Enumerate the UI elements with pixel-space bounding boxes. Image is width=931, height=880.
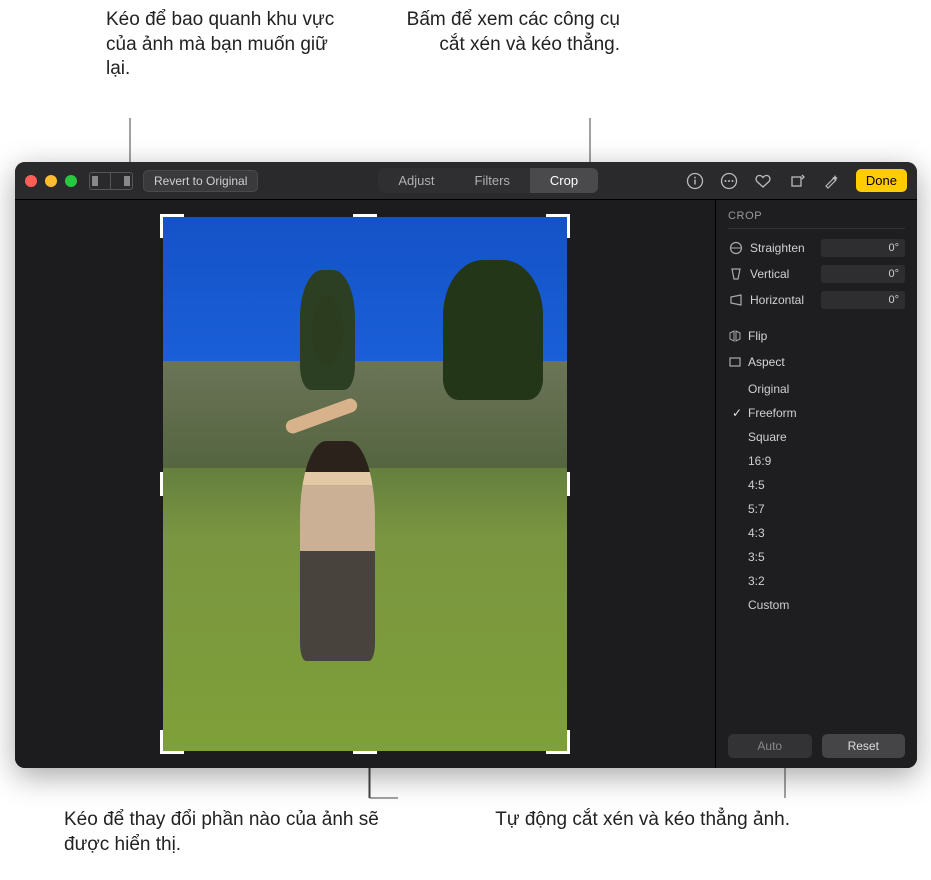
crop-handle-right[interactable] bbox=[567, 472, 570, 496]
photo-illustration bbox=[300, 441, 375, 661]
vertical-perspective-icon bbox=[728, 266, 744, 282]
straighten-icon bbox=[728, 240, 744, 256]
photo-crop-frame[interactable] bbox=[163, 217, 567, 751]
horizontal-control[interactable]: Horizontal 0° bbox=[728, 291, 905, 309]
aspect-5-7[interactable]: 5:7 bbox=[728, 497, 905, 521]
crop-panel-title: CROP bbox=[728, 210, 905, 229]
more-icon[interactable] bbox=[720, 172, 738, 190]
aspect-item-label: Custom bbox=[748, 598, 789, 612]
aspect-item-label: 3:5 bbox=[748, 550, 765, 564]
aspect-item-label: Original bbox=[748, 382, 789, 396]
crop-handle-bottom[interactable] bbox=[353, 751, 377, 754]
callout-crop-tab: Bấm để xem các công cụ cắt xén và kéo th… bbox=[400, 8, 620, 57]
aspect-original[interactable]: Original bbox=[728, 377, 905, 401]
straighten-control[interactable]: Straighten 0° bbox=[728, 239, 905, 257]
edit-tabs: Adjust Filters Crop bbox=[378, 168, 598, 193]
sidebar-toggle-right[interactable] bbox=[111, 172, 133, 190]
aspect-3-5[interactable]: 3:5 bbox=[728, 545, 905, 569]
tab-crop[interactable]: Crop bbox=[530, 168, 598, 193]
favorite-heart-icon[interactable] bbox=[754, 172, 772, 190]
aspect-item-label: 4:3 bbox=[748, 526, 765, 540]
aspect-label: Aspect bbox=[748, 355, 785, 369]
photo-canvas[interactable] bbox=[15, 200, 715, 768]
aspect-custom[interactable]: Custom bbox=[728, 593, 905, 617]
vertical-value[interactable]: 0° bbox=[821, 265, 905, 283]
vertical-control[interactable]: Vertical 0° bbox=[728, 265, 905, 283]
callout-crop-corner: Kéo để bao quanh khu vực của ảnh mà bạn … bbox=[106, 8, 336, 82]
crop-sidebar: CROP Straighten 0° Vertical 0° Hori bbox=[715, 200, 917, 768]
aspect-4-5[interactable]: 4:5 bbox=[728, 473, 905, 497]
crop-handle-bottom-right[interactable] bbox=[546, 730, 570, 754]
photos-edit-window: Revert to Original Adjust Filters Crop D… bbox=[15, 162, 917, 768]
crop-handle-top-right[interactable] bbox=[546, 214, 570, 238]
aspect-item-label: 3:2 bbox=[748, 574, 765, 588]
auto-crop-button[interactable]: Auto bbox=[728, 734, 812, 758]
rotate-icon[interactable] bbox=[788, 172, 806, 190]
crop-footer: Auto Reset bbox=[728, 726, 905, 758]
straighten-value[interactable]: 0° bbox=[821, 239, 905, 257]
window-controls bbox=[25, 175, 77, 187]
aspect-16-9[interactable]: 16:9 bbox=[728, 449, 905, 473]
aspect-item-label: 4:5 bbox=[748, 478, 765, 492]
aspect-item-label: Square bbox=[748, 430, 787, 444]
aspect-item-label: Freeform bbox=[748, 406, 797, 420]
aspect-icon bbox=[728, 355, 742, 369]
minimize-window-button[interactable] bbox=[45, 175, 57, 187]
revert-to-original-button[interactable]: Revert to Original bbox=[143, 170, 258, 192]
done-button[interactable]: Done bbox=[856, 169, 907, 192]
crop-handle-bottom-left[interactable] bbox=[160, 730, 184, 754]
horizontal-perspective-icon bbox=[728, 292, 744, 308]
photo-illustration bbox=[300, 270, 355, 390]
editor-content: CROP Straighten 0° Vertical 0° Hori bbox=[15, 200, 917, 768]
crop-handle-top[interactable] bbox=[353, 214, 377, 217]
aspect-header[interactable]: Aspect bbox=[728, 349, 905, 375]
aspect-item-label: 16:9 bbox=[748, 454, 771, 468]
straighten-label: Straighten bbox=[750, 241, 805, 255]
toolbar-right: Done bbox=[686, 169, 907, 192]
flip-button[interactable]: Flip bbox=[728, 323, 905, 349]
horizontal-value[interactable]: 0° bbox=[821, 291, 905, 309]
photo-illustration bbox=[443, 260, 543, 400]
titlebar: Revert to Original Adjust Filters Crop D… bbox=[15, 162, 917, 200]
crop-handle-top-left[interactable] bbox=[160, 214, 184, 238]
aspect-item-label: 5:7 bbox=[748, 502, 765, 516]
flip-label: Flip bbox=[748, 329, 767, 343]
checkmark-icon: ✓ bbox=[730, 406, 744, 420]
horizontal-label: Horizontal bbox=[750, 293, 804, 307]
sidebar-toggle-group bbox=[89, 172, 133, 190]
tab-adjust[interactable]: Adjust bbox=[378, 168, 454, 193]
sidebar-toggle-left[interactable] bbox=[89, 172, 111, 190]
flip-icon bbox=[728, 329, 742, 343]
aspect-square[interactable]: Square bbox=[728, 425, 905, 449]
callout-auto: Tự động cắt xén và kéo thẳng ảnh. bbox=[485, 808, 790, 833]
vertical-label: Vertical bbox=[750, 267, 789, 281]
close-window-button[interactable] bbox=[25, 175, 37, 187]
crop-handle-left[interactable] bbox=[160, 472, 163, 496]
fullscreen-window-button[interactable] bbox=[65, 175, 77, 187]
callout-crop-drag: Kéo để thay đổi phần nào của ảnh sẽ được… bbox=[64, 808, 384, 857]
info-icon[interactable] bbox=[686, 172, 704, 190]
auto-enhance-icon[interactable] bbox=[822, 172, 840, 190]
reset-crop-button[interactable]: Reset bbox=[822, 734, 906, 758]
aspect-4-3[interactable]: 4:3 bbox=[728, 521, 905, 545]
aspect-3-2[interactable]: 3:2 bbox=[728, 569, 905, 593]
aspect-list: Original ✓ Freeform Square 16:9 4:5 5:7 4… bbox=[728, 377, 905, 617]
tab-filters[interactable]: Filters bbox=[455, 168, 530, 193]
aspect-freeform[interactable]: ✓ Freeform bbox=[728, 401, 905, 425]
